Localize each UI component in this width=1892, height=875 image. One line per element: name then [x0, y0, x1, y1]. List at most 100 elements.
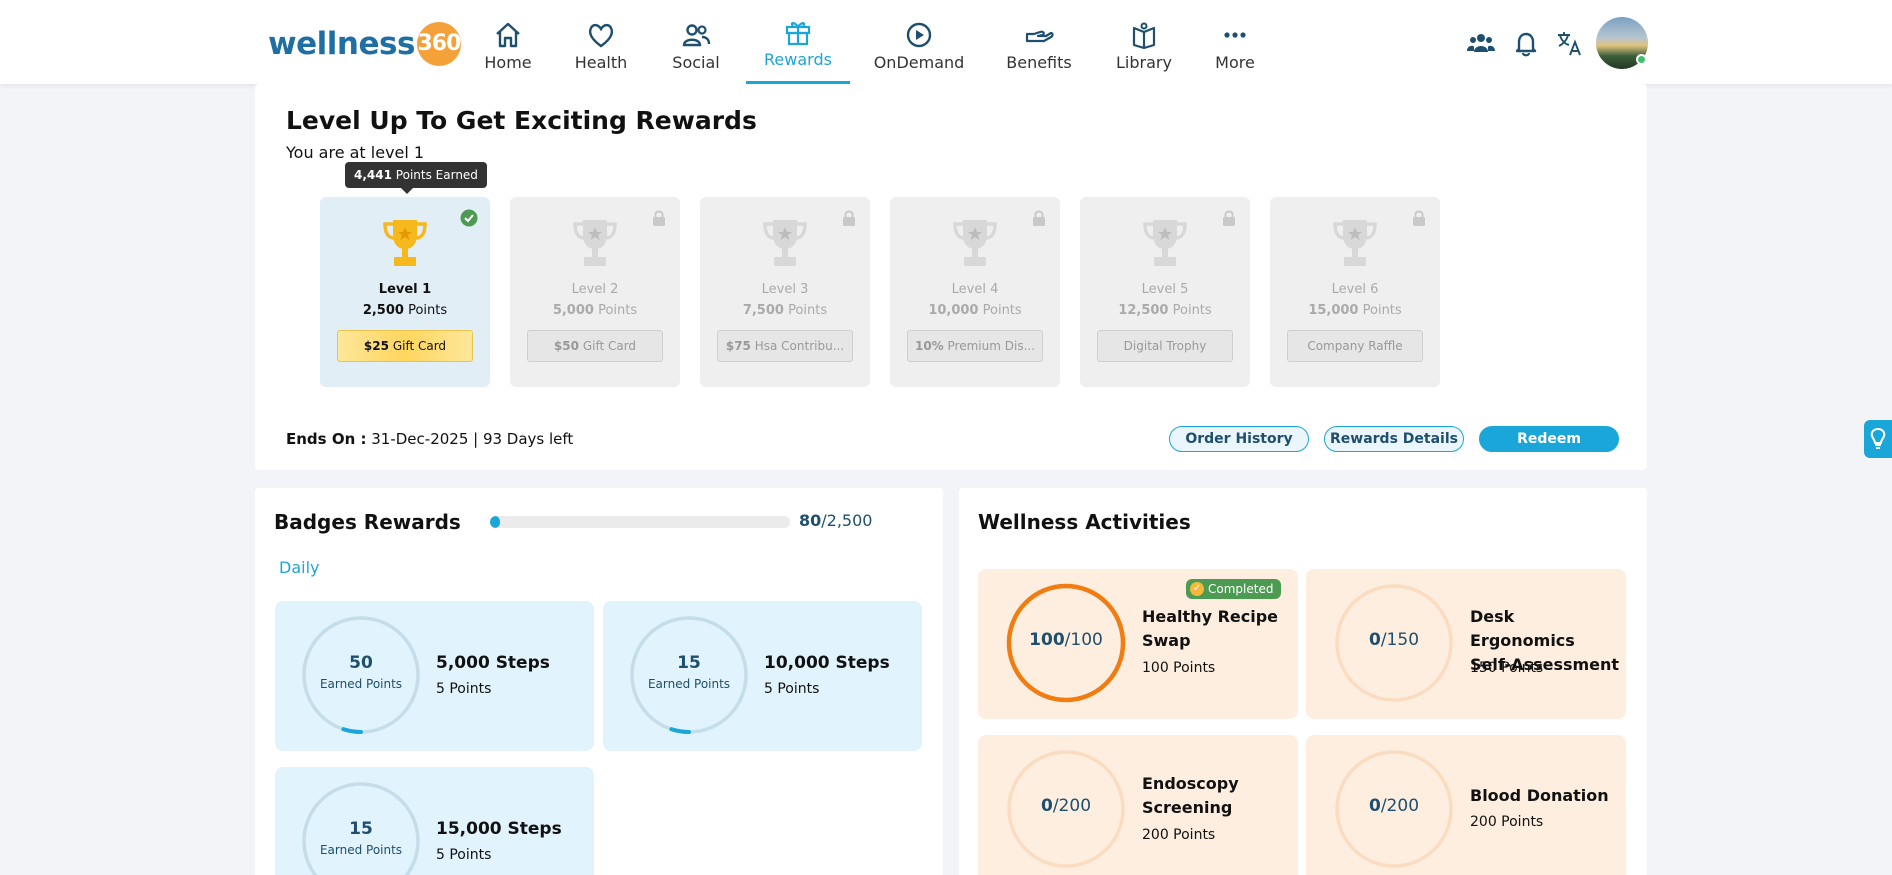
translate-icon[interactable]	[1555, 28, 1585, 58]
activity-progress-value: 100/100	[1029, 630, 1103, 650]
group-icon[interactable]	[1466, 28, 1496, 58]
tooltip-points-label: Points Earned	[395, 168, 478, 182]
nav-social-label: Social	[672, 53, 720, 72]
badge-card-10000-steps[interactable]: 15 Earned Points 10,000 Steps 5 Points	[603, 601, 922, 751]
levels-title: Level Up To Get Exciting Rewards	[286, 106, 757, 135]
order-history-button[interactable]: Order History	[1169, 426, 1309, 452]
trophy-gold-icon	[383, 220, 427, 266]
nav-benefits-label: Benefits	[1006, 53, 1072, 72]
level-reward-button[interactable]: 10% Premium Dis...	[907, 330, 1043, 362]
level-card-1[interactable]: Level 1 2,500 Points $25 Gift Card	[320, 197, 490, 387]
tab-daily[interactable]: Daily	[279, 558, 319, 577]
heart-icon	[588, 23, 614, 48]
lock-icon	[1413, 210, 1425, 226]
nav-benefits[interactable]: Benefits	[1006, 0, 1072, 84]
nav-ondemand[interactable]: OnDemand	[873, 0, 965, 84]
nav-more[interactable]: More	[1214, 0, 1256, 84]
activity-title: Endoscopy Screening	[1142, 774, 1239, 817]
badge-title: 5,000 Steps	[436, 653, 550, 673]
activity-card-healthy-recipe-swap[interactable]: 100/100 ✓ Completed Healthy Recipe Swap 1…	[978, 569, 1298, 719]
nav-rewards-label: Rewards	[764, 50, 832, 69]
nav-health[interactable]: Health	[573, 0, 629, 84]
bell-icon[interactable]	[1511, 28, 1541, 58]
nav-ondemand-label: OnDemand	[873, 53, 965, 72]
level-reward-button[interactable]: Digital Trophy	[1097, 330, 1233, 362]
badges-progress-text: 80/2,500	[799, 511, 873, 530]
feedback-side-tab[interactable]	[1864, 420, 1892, 458]
level-card-2[interactable]: Level 2 5,000 Points $50 Gift Card	[510, 197, 680, 387]
badges-title: Badges Rewards	[274, 510, 461, 534]
level-card-3[interactable]: Level 3 7,500 Points $75 Hsa Contribu...	[700, 197, 870, 387]
activities-title: Wellness Activities	[978, 510, 1191, 534]
level-card-6[interactable]: Level 6 15,000 Points Company Raffle	[1270, 197, 1440, 387]
lock-icon	[653, 210, 665, 226]
earned-points-value: 50	[349, 653, 373, 673]
activity-card-desk-ergonomics[interactable]: 0/150 Desk Ergonomics Self-Assessment 15…	[1306, 569, 1626, 719]
level-reward-button[interactable]: Company Raffle	[1287, 330, 1423, 362]
nav-home[interactable]: Home	[484, 0, 532, 84]
progress-ring-graphic	[630, 616, 748, 734]
activity-progress-value: 0/200	[1040, 796, 1092, 816]
level-name: Level 1	[378, 282, 432, 297]
level-name: Level 5	[1141, 282, 1189, 297]
activity-title: Healthy Recipe Swap	[1142, 607, 1279, 650]
trophy-locked-icon	[573, 220, 617, 266]
nav-social[interactable]: Social	[668, 0, 724, 84]
activity-progress-ring: 100/100	[1006, 583, 1126, 703]
check-icon: ✓	[1190, 582, 1204, 596]
level-reward-button[interactable]: $75 Hsa Contribu...	[717, 330, 853, 362]
progress-ring-graphic	[302, 616, 420, 734]
current-level-text: You are at level 1	[286, 143, 425, 162]
trophy-locked-icon	[763, 220, 807, 266]
activity-title: Blood Donation	[1470, 786, 1609, 805]
tooltip-points-value: 4,441	[354, 168, 392, 182]
earned-points-value: 15	[349, 819, 373, 839]
earned-points-label: Earned Points	[647, 677, 731, 691]
nav-library[interactable]: Library	[1116, 0, 1172, 84]
hand-icon	[1025, 30, 1054, 43]
lock-icon	[1033, 210, 1045, 226]
level-points: 2,500 Points	[362, 303, 448, 318]
activity-card-blood-donation[interactable]: 0/200 Blood Donation 200 Points	[1306, 735, 1626, 875]
activity-card-endoscopy-screening[interactable]: 0/200 Endoscopy Screening 200 Points	[978, 735, 1298, 875]
activity-points: 100 Points	[1142, 660, 1216, 676]
level-points: 5,000 Points	[552, 303, 638, 318]
activity-progress-value: 0/200	[1368, 796, 1420, 816]
level-name: Level 4	[951, 282, 999, 297]
lock-icon	[1223, 210, 1235, 226]
level-card-5[interactable]: Level 5 12,500 Points Digital Trophy	[1080, 197, 1250, 387]
trophy-locked-icon	[953, 220, 997, 266]
more-dots-icon	[1224, 32, 1246, 38]
trophy-locked-icon	[1143, 220, 1187, 266]
people-icon	[682, 24, 711, 47]
level-reward-button[interactable]: $50 Gift Card	[527, 330, 663, 362]
badge-card-15000-steps[interactable]: 15 Earned Points 15,000 Steps 5 Points	[275, 767, 594, 875]
gift-icon	[785, 22, 811, 46]
level-reward-button[interactable]: $25 Gift Card	[337, 330, 473, 362]
level-name: Level 3	[761, 282, 809, 297]
nav-rewards[interactable]: Rewards	[746, 0, 850, 84]
redeem-button[interactable]: Redeem	[1479, 426, 1619, 452]
badge-progress-ring: 15 Earned Points	[301, 781, 421, 875]
badge-points: 5 Points	[436, 681, 492, 697]
logo-360-badge: 360	[416, 22, 461, 66]
ends-on-text: Ends On : 31-Dec-2025 | 93 Days left	[286, 430, 574, 448]
activity-progress-ring: 0/200	[1334, 749, 1454, 869]
level-card-4[interactable]: Level 4 10,000 Points 10% Premium Dis...	[890, 197, 1060, 387]
activity-points: 200 Points	[1142, 827, 1216, 843]
level-name: Level 6	[1331, 282, 1379, 297]
play-circle-icon	[906, 22, 932, 48]
badge-card-5000-steps[interactable]: 50 Earned Points 5,000 Steps 5 Points	[275, 601, 594, 751]
online-status-dot	[1636, 54, 1647, 65]
wellness360-logo[interactable]: wellness 360	[268, 22, 461, 66]
activity-points: 150 Points	[1470, 660, 1544, 676]
lock-icon	[843, 210, 855, 226]
rewards-details-button[interactable]: Rewards Details	[1324, 426, 1464, 452]
nav-more-label: More	[1215, 53, 1255, 72]
level-points: 15,000 Points	[1308, 303, 1402, 318]
badge-title: 15,000 Steps	[436, 819, 562, 839]
badges-progress-bar	[490, 516, 790, 528]
nav-home-label: Home	[484, 53, 532, 72]
verified-check-icon	[460, 209, 478, 227]
activity-progress-ring: 0/150	[1334, 583, 1454, 703]
